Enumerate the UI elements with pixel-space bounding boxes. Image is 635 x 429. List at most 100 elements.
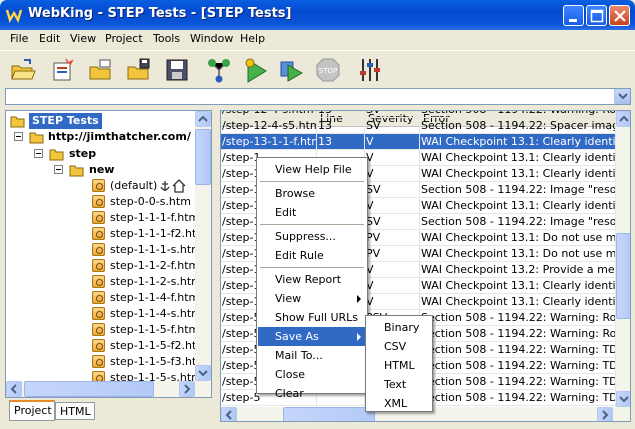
tree-item-label: step-1-1-2-s.htm (110, 275, 202, 288)
chevron-left-icon (225, 410, 232, 420)
submenu-item-csv[interactable]: CSV (367, 337, 431, 356)
scroll-right-button[interactable] (179, 381, 195, 397)
menu-project[interactable]: Project (105, 32, 143, 45)
scroll-down-button[interactable] (616, 391, 630, 407)
scroll-down-button[interactable] (195, 365, 211, 381)
collapse-icon[interactable] (14, 132, 23, 141)
page-icon (92, 243, 105, 256)
tools-settings-icon (360, 59, 380, 81)
url-combo-box[interactable] (5, 88, 631, 105)
open-project-button[interactable] (86, 55, 116, 85)
page-icon (92, 275, 105, 288)
submenu-item-html[interactable]: HTML (367, 356, 431, 375)
folder-open-icon (29, 132, 44, 144)
cell-error: Section 508 - 1194.22: Warning. Row an (420, 111, 616, 118)
save-as-submenu: Binary CSV HTML Text XML (365, 315, 433, 412)
menu-tools[interactable]: Tools (153, 32, 180, 45)
menu-item-view[interactable]: View (258, 289, 366, 308)
collapse-icon[interactable] (54, 165, 63, 174)
menu-item-view-help-file[interactable]: View Help File (258, 160, 366, 179)
menu-item-suppress[interactable]: Suppress... (258, 227, 366, 246)
table-row[interactable]: /step-12-4-s5.htm 13 SV Section 508 - 1194.… (221, 118, 616, 134)
table-vertical-scrollbar[interactable] (616, 111, 630, 407)
menu-item-edit-rule[interactable]: Edit Rule (258, 246, 366, 265)
cell-error: WAI Checkpoint 13.2: Provide a meaning (421, 262, 616, 278)
collapse-icon[interactable] (34, 149, 43, 158)
tab-project[interactable]: Project (9, 400, 55, 421)
window-title: WebKing - STEP Tests - [STEP Tests] (28, 6, 292, 21)
context-menu: View Help File Browse Edit Suppress... Edit … (256, 157, 368, 400)
menu-file[interactable]: File (10, 32, 28, 45)
menu-item-view-report[interactable]: View Report (258, 270, 366, 289)
stop-button[interactable]: STOP (313, 55, 343, 85)
cell-severity: PV (365, 246, 420, 262)
page-icon (92, 355, 105, 368)
table-row[interactable]: /step-13-1-1-f.htm 13 V WAI Checkpoint 13.1… (221, 134, 616, 150)
scroll-left-button[interactable] (221, 407, 237, 421)
scroll-thumb[interactable] (24, 381, 154, 397)
menu-item-label: Suppress... (275, 230, 336, 243)
tree-item-label: step-1-1-1-s.htm (110, 243, 202, 256)
cell-error: Section 508 - 1194.22: Image "resource (421, 214, 616, 230)
cell-severity: V (365, 294, 420, 310)
cell-severity: V (365, 198, 420, 214)
open-button[interactable] (8, 55, 38, 85)
cell-severity: SV (365, 118, 420, 134)
cell-severity: SV (365, 182, 420, 198)
cell-severity: V (365, 262, 420, 278)
submenu-item-text[interactable]: Text (367, 375, 431, 394)
chevron-left-icon (10, 384, 17, 394)
new-project-button[interactable] (48, 55, 78, 85)
cell-error: WAI Checkpoint 13.1: Clearly identify th… (421, 134, 616, 150)
scroll-up-button[interactable] (616, 111, 630, 127)
minimize-icon (569, 19, 577, 22)
menu-item-save-as[interactable]: Save As (258, 327, 366, 346)
scroll-up-button[interactable] (195, 111, 211, 127)
close-button[interactable] (609, 5, 630, 26)
submenu-item-xml[interactable]: XML (367, 394, 431, 413)
page-icon (92, 195, 105, 208)
home-icon (172, 179, 186, 193)
menu-item-show-full-urls[interactable]: Show Full URLs (258, 308, 366, 327)
menu-item-label: Clear (275, 387, 304, 400)
menu-item-edit[interactable]: Edit (258, 203, 366, 222)
tree-vertical-scrollbar[interactable] (195, 111, 211, 381)
menu-item-browse[interactable]: Browse (258, 184, 366, 203)
table-row[interactable]: /step-12-4-s.htm13SVSection 508 - 1194.2… (221, 111, 616, 118)
tree-item-label: step-1-1-5-f.htm (110, 323, 200, 336)
menu-edit[interactable]: Edit (39, 32, 60, 45)
scroll-thumb[interactable] (283, 407, 375, 421)
tree-item-label: step-1-1-1-f2.htm (110, 227, 208, 240)
submenu-item-binary[interactable]: Binary (367, 318, 431, 337)
menu-help[interactable]: Help (240, 32, 265, 45)
maximize-button[interactable] (586, 5, 607, 26)
tools-settings-button[interactable] (355, 55, 385, 85)
menu-item-mail-to[interactable]: Mail To... (258, 346, 366, 365)
run-test-button[interactable] (276, 55, 306, 85)
menu-window[interactable]: Window (190, 32, 233, 45)
scroll-left-button[interactable] (6, 381, 22, 397)
cell-severity: V (365, 278, 420, 294)
stop-icon: STOP (316, 58, 340, 82)
save-button[interactable] (162, 55, 192, 85)
cell-file: /step-13-1-1-f.htm (222, 134, 317, 150)
tree-horizontal-scrollbar[interactable] (6, 381, 211, 397)
cell-error: Section 508 - 1194.22: Image "resource (421, 182, 616, 198)
run-tool-button[interactable] (240, 55, 270, 85)
menu-view[interactable]: View (70, 32, 96, 45)
scroll-thumb[interactable] (616, 233, 630, 319)
cell-error: Section 508 - 1194.22: Warning: TD elen (420, 358, 616, 374)
combo-dropdown-button[interactable] (614, 89, 630, 104)
save-project-button[interactable] (124, 55, 154, 85)
site-tree-button[interactable] (204, 55, 234, 85)
tree-root-label: STEP Tests (29, 113, 102, 129)
cell-error: WAI Checkpoint 13.1: Clearly identify th… (421, 278, 616, 294)
scroll-right-button[interactable] (597, 407, 613, 421)
menu-item-close[interactable]: Close (258, 365, 366, 384)
tab-html[interactable]: HTML (55, 402, 95, 420)
scroll-thumb[interactable] (195, 129, 211, 185)
menu-item-clear[interactable]: Clear (258, 384, 366, 403)
folder-open-icon (10, 116, 25, 128)
minimize-button[interactable] (563, 5, 584, 26)
menu-item-label: Edit Rule (275, 249, 324, 262)
